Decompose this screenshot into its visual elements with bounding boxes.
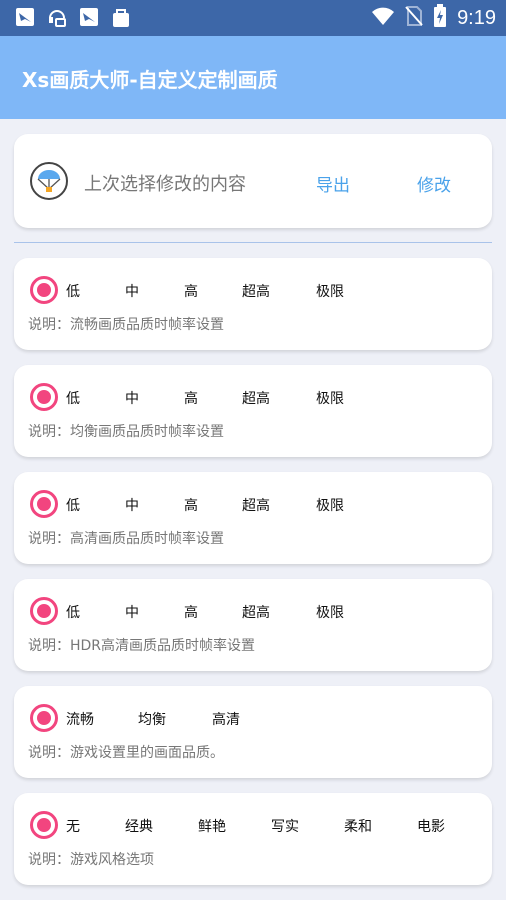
card-description: 说明：HDR高清画质品质时帧率设置 — [28, 638, 256, 654]
option-smooth[interactable]: 流畅 — [66, 709, 94, 729]
system-icons: 9:19 — [371, 4, 496, 32]
card-description: 说明：高清画质品质时帧率设置 — [28, 531, 224, 547]
option-low[interactable]: 低 — [66, 602, 80, 622]
option-super-high[interactable]: 超高 — [242, 388, 270, 408]
option-extreme[interactable]: 极限 — [316, 602, 344, 622]
option-movie[interactable]: 电影 — [417, 816, 445, 836]
option-hd[interactable]: 高清 — [212, 709, 240, 729]
last-choice-label: 上次选择修改的内容 — [84, 174, 246, 195]
card-description: 说明：游戏设置里的画面品质。 — [28, 745, 224, 761]
option-high[interactable]: 高 — [184, 281, 198, 301]
option-super-high[interactable]: 超高 — [242, 495, 270, 515]
radio-button[interactable] — [30, 704, 58, 732]
app-bird-icon — [78, 6, 100, 28]
store-bag-icon — [110, 6, 132, 28]
game-style-card: 无 经典 鲜艳 写实 柔和 电影 说明：游戏风格选项 — [14, 793, 492, 885]
modify-button[interactable]: 修改 — [417, 171, 451, 196]
app-bird-icon — [14, 6, 36, 28]
option-none[interactable]: 无 — [66, 816, 80, 836]
page-title: Xs画质大师-自定义定制画质 — [22, 68, 278, 92]
option-classic[interactable]: 经典 — [125, 816, 153, 836]
option-balanced[interactable]: 均衡 — [138, 709, 166, 729]
headset-lock-icon — [46, 6, 68, 28]
option-low[interactable]: 低 — [66, 281, 80, 301]
card-description: 说明：均衡画质品质时帧率设置 — [28, 424, 224, 440]
export-button[interactable]: 导出 — [316, 171, 350, 196]
option-medium[interactable]: 中 — [125, 281, 139, 301]
framerate-hdr-card: 低 中 高 超高 极限 说明：HDR高清画质品质时帧率设置 — [14, 579, 492, 671]
option-extreme[interactable]: 极限 — [316, 281, 344, 301]
option-vivid[interactable]: 鲜艳 — [198, 816, 226, 836]
graphics-quality-card: 流畅 均衡 高清 说明：游戏设置里的画面品质。 — [14, 686, 492, 778]
parachute-icon — [30, 162, 68, 200]
option-super-high[interactable]: 超高 — [242, 602, 270, 622]
radio-button[interactable] — [30, 276, 58, 304]
radio-button[interactable] — [30, 383, 58, 411]
option-medium[interactable]: 中 — [125, 388, 139, 408]
option-realistic[interactable]: 写实 — [271, 816, 299, 836]
card-description: 说明：游戏风格选项 — [28, 852, 154, 868]
radio-button[interactable] — [30, 811, 58, 839]
status-bar: 9:19 — [0, 0, 506, 36]
option-high[interactable]: 高 — [184, 602, 198, 622]
framerate-balanced-card: 低 中 高 超高 极限 说明：均衡画质品质时帧率设置 — [14, 365, 492, 457]
notification-icons — [14, 6, 132, 28]
radio-button[interactable] — [30, 490, 58, 518]
option-medium[interactable]: 中 — [125, 602, 139, 622]
wifi-icon — [371, 6, 395, 30]
no-sim-icon — [405, 5, 423, 31]
option-soft[interactable]: 柔和 — [344, 816, 372, 836]
battery-charging-icon — [433, 4, 447, 32]
radio-button[interactable] — [30, 597, 58, 625]
framerate-smooth-card: 低 中 高 超高 极限 说明：流畅画质品质时帧率设置 — [14, 258, 492, 350]
card-description: 说明：流畅画质品质时帧率设置 — [28, 317, 224, 333]
option-high[interactable]: 高 — [184, 495, 198, 515]
option-extreme[interactable]: 极限 — [316, 495, 344, 515]
option-medium[interactable]: 中 — [125, 495, 139, 515]
option-low[interactable]: 低 — [66, 388, 80, 408]
option-low[interactable]: 低 — [66, 495, 80, 515]
option-high[interactable]: 高 — [184, 388, 198, 408]
option-super-high[interactable]: 超高 — [242, 281, 270, 301]
clock: 9:19 — [457, 6, 496, 29]
option-extreme[interactable]: 极限 — [316, 388, 344, 408]
app-bar: Xs画质大师-自定义定制画质 — [0, 36, 506, 119]
divider — [14, 242, 492, 243]
framerate-hd-card: 低 中 高 超高 极限 说明：高清画质品质时帧率设置 — [14, 472, 492, 564]
last-choice-card: 上次选择修改的内容 导出 修改 — [14, 134, 492, 228]
